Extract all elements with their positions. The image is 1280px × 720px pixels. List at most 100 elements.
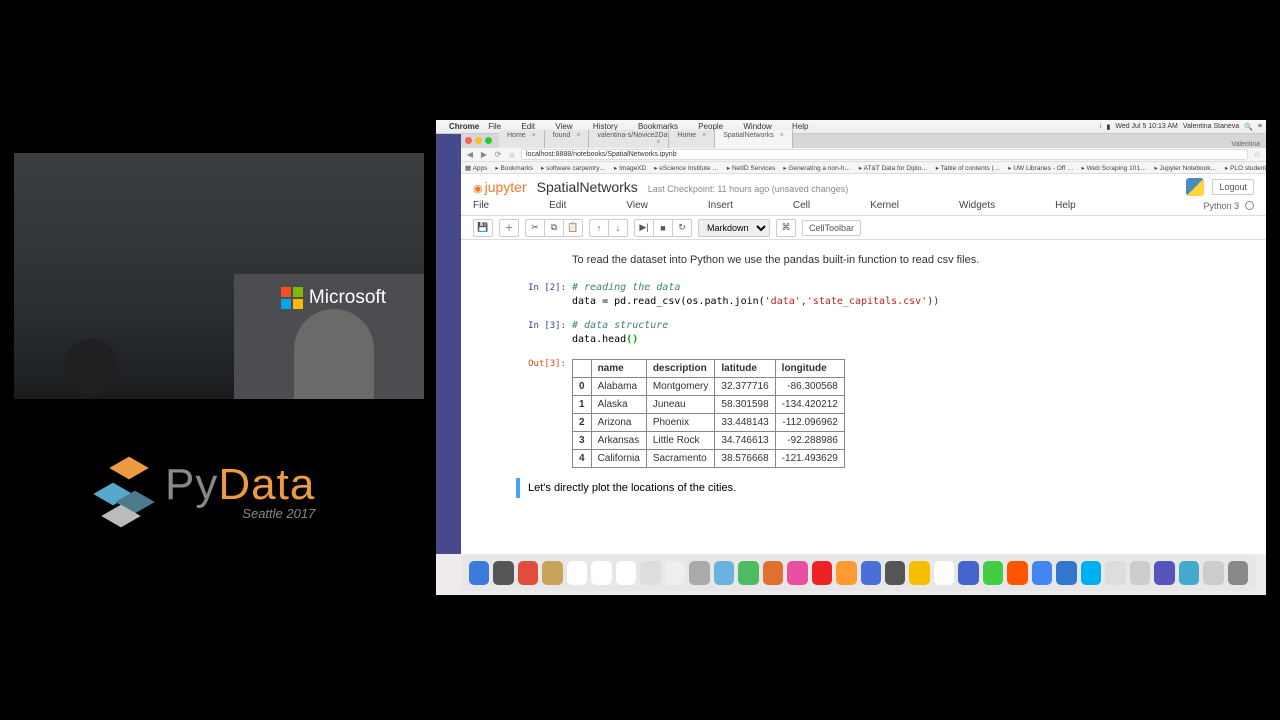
browser-tab[interactable]: Home× xyxy=(669,130,715,148)
dock-app-icon[interactable] xyxy=(616,561,636,585)
account-label[interactable]: Valentina xyxy=(1225,141,1266,148)
close-icon[interactable] xyxy=(465,137,472,144)
menu-item[interactable]: Cell xyxy=(793,200,810,211)
add-cell-button[interactable]: ＋ xyxy=(499,219,519,237)
tab-close-icon[interactable]: × xyxy=(702,132,706,139)
dock-app-icon[interactable] xyxy=(861,561,881,585)
tab-close-icon[interactable]: × xyxy=(656,139,660,146)
wifi-icon[interactable]: ⧙ xyxy=(1100,123,1101,131)
bookmark-item[interactable]: ▸ NetID Services xyxy=(727,164,775,172)
menu-item[interactable]: File xyxy=(473,200,489,211)
bookmark-item[interactable]: ▸ software carpentry… xyxy=(541,164,606,172)
dock-app-icon[interactable] xyxy=(1081,561,1101,585)
home-button[interactable]: ⌂ xyxy=(507,150,517,159)
move-up-button[interactable]: ↑ xyxy=(589,219,609,237)
browser-tab[interactable]: SpatialNetworks× xyxy=(715,130,793,148)
markdown-cell-selected[interactable]: Let's directly plot the locations of the… xyxy=(516,478,1266,499)
battery-icon[interactable]: ▮ xyxy=(1106,123,1110,131)
chrome-tabbar[interactable]: Home×found×valentina-s/Novice2DataNinja×… xyxy=(461,134,1266,148)
dock-app-icon[interactable] xyxy=(591,561,611,585)
dock-app-icon[interactable] xyxy=(567,561,587,585)
bookmark-item[interactable]: ▸ AT&T Data for Diplo… xyxy=(859,164,928,172)
code-cell-in2[interactable]: In [2]: # reading the data data = pd.rea… xyxy=(516,281,1266,309)
jupyter-toolbar[interactable]: 💾 ＋ ✂ ⧉ 📋 ↑ ↓ ▶| ■ ↻ Markdown ⌘ CellTool… xyxy=(461,216,1266,240)
menu-item[interactable]: Help xyxy=(1055,200,1076,211)
bookmark-item[interactable]: ▸ PLO students | Ap… xyxy=(1225,164,1266,172)
mac-menu-item[interactable]: Help xyxy=(792,122,808,131)
browser-tab[interactable]: found× xyxy=(545,130,590,148)
move-down-button[interactable]: ↓ xyxy=(608,219,628,237)
save-button[interactable]: 💾 xyxy=(473,219,493,237)
dock-app-icon[interactable] xyxy=(1203,561,1223,585)
menu-item[interactable]: Edit xyxy=(549,200,566,211)
dock-app-icon[interactable] xyxy=(958,561,978,585)
tab-close-icon[interactable]: × xyxy=(780,132,784,139)
dock-app-icon[interactable] xyxy=(1130,561,1150,585)
code-area[interactable]: # data structure data.head() xyxy=(572,319,668,347)
dock-app-icon[interactable] xyxy=(665,561,685,585)
dock-app-icon[interactable] xyxy=(518,561,538,585)
tab-close-icon[interactable]: × xyxy=(532,132,536,139)
interrupt-button[interactable]: ■ xyxy=(653,219,673,237)
browser-tab[interactable]: Home× xyxy=(499,130,545,148)
copy-button[interactable]: ⧉ xyxy=(544,219,564,237)
celltoolbar-button[interactable]: CellToolbar xyxy=(802,220,861,236)
mac-dock[interactable] xyxy=(461,555,1256,591)
chrome-urlbar[interactable]: ◀ ▶ ⟳ ⌂ localhost:8888/notebooks/Spatial… xyxy=(461,148,1266,162)
bookmark-item[interactable]: ▸ UW Libraries - Off … xyxy=(1008,164,1073,172)
menu-item[interactable]: View xyxy=(626,200,648,211)
command-palette-button[interactable]: ⌘ xyxy=(776,219,796,237)
menu-item[interactable]: Kernel xyxy=(870,200,899,211)
bookmarks-bar[interactable]: ▦ Apps ▸ Bookmarks ▸ software carpentry…… xyxy=(461,162,1266,174)
bookmark-item[interactable]: ▸ Jupyter Notebook… xyxy=(1154,164,1217,172)
notif-icon[interactable]: ≡ xyxy=(1258,123,1262,130)
logout-button[interactable]: Logout xyxy=(1212,179,1254,195)
dock-app-icon[interactable] xyxy=(885,561,905,585)
jupyter-logo[interactable]: jupyter xyxy=(473,179,527,195)
minimize-icon[interactable] xyxy=(475,137,482,144)
paste-button[interactable]: 📋 xyxy=(563,219,583,237)
bookmark-item[interactable]: ▸ Generating a non-h… xyxy=(783,164,851,172)
menubar-app[interactable]: Chrome xyxy=(449,122,479,131)
code-cell-in3[interactable]: In [3]: # data structure data.head() xyxy=(516,319,1266,347)
apps-shortcut[interactable]: ▦ Apps xyxy=(465,164,487,172)
bookmark-item[interactable]: ▸ eScience Institute … xyxy=(654,164,719,172)
bookmark-item[interactable]: ▸ ImageXD xyxy=(614,164,646,172)
dock-app-icon[interactable] xyxy=(763,561,783,585)
window-controls[interactable] xyxy=(465,137,492,144)
dock-app-icon[interactable] xyxy=(714,561,734,585)
url-field[interactable]: localhost:8888/notebooks/SpatialNetworks… xyxy=(521,149,1248,160)
dock-app-icon[interactable] xyxy=(787,561,807,585)
reload-button[interactable]: ⟳ xyxy=(493,150,503,159)
bookmark-item[interactable]: ▸ Web Scraping 101… xyxy=(1082,164,1147,172)
bookmark-item[interactable]: ▸ Table of contents (… xyxy=(936,164,1001,172)
back-button[interactable]: ◀ xyxy=(465,150,475,159)
restart-button[interactable]: ↻ xyxy=(672,219,692,237)
dock-app-icon[interactable] xyxy=(640,561,660,585)
dock-app-icon[interactable] xyxy=(1032,561,1052,585)
dock-app-icon[interactable] xyxy=(738,561,758,585)
kernel-name[interactable]: Python 3 xyxy=(1203,201,1239,211)
dock-app-icon[interactable] xyxy=(836,561,856,585)
dock-app-icon[interactable] xyxy=(1228,561,1248,585)
dock-app-icon[interactable] xyxy=(542,561,562,585)
dock-app-icon[interactable] xyxy=(909,561,929,585)
dock-app-icon[interactable] xyxy=(1105,561,1125,585)
forward-button[interactable]: ▶ xyxy=(479,150,489,159)
jupyter-menubar[interactable]: FileEditViewInsertCellKernelWidgetsHelp … xyxy=(461,196,1266,216)
dock-app-icon[interactable] xyxy=(1154,561,1174,585)
star-icon[interactable]: ☆ xyxy=(1252,150,1262,159)
dock-app-icon[interactable] xyxy=(689,561,709,585)
dock-app-icon[interactable] xyxy=(469,561,489,585)
menu-item[interactable]: Widgets xyxy=(959,200,995,211)
dock-app-icon[interactable] xyxy=(934,561,954,585)
cell-type-select[interactable]: Markdown xyxy=(698,219,770,237)
dock-app-icon[interactable] xyxy=(812,561,832,585)
notebook-title[interactable]: SpatialNetworks xyxy=(537,179,638,195)
dock-app-icon[interactable] xyxy=(983,561,1003,585)
menubar-user[interactable]: Valentina Staneva xyxy=(1183,123,1239,130)
dock-app-icon[interactable] xyxy=(493,561,513,585)
menu-item[interactable]: Insert xyxy=(708,200,733,211)
notebook-body[interactable]: To read the dataset into Python we use t… xyxy=(461,240,1266,554)
zoom-icon[interactable] xyxy=(485,137,492,144)
